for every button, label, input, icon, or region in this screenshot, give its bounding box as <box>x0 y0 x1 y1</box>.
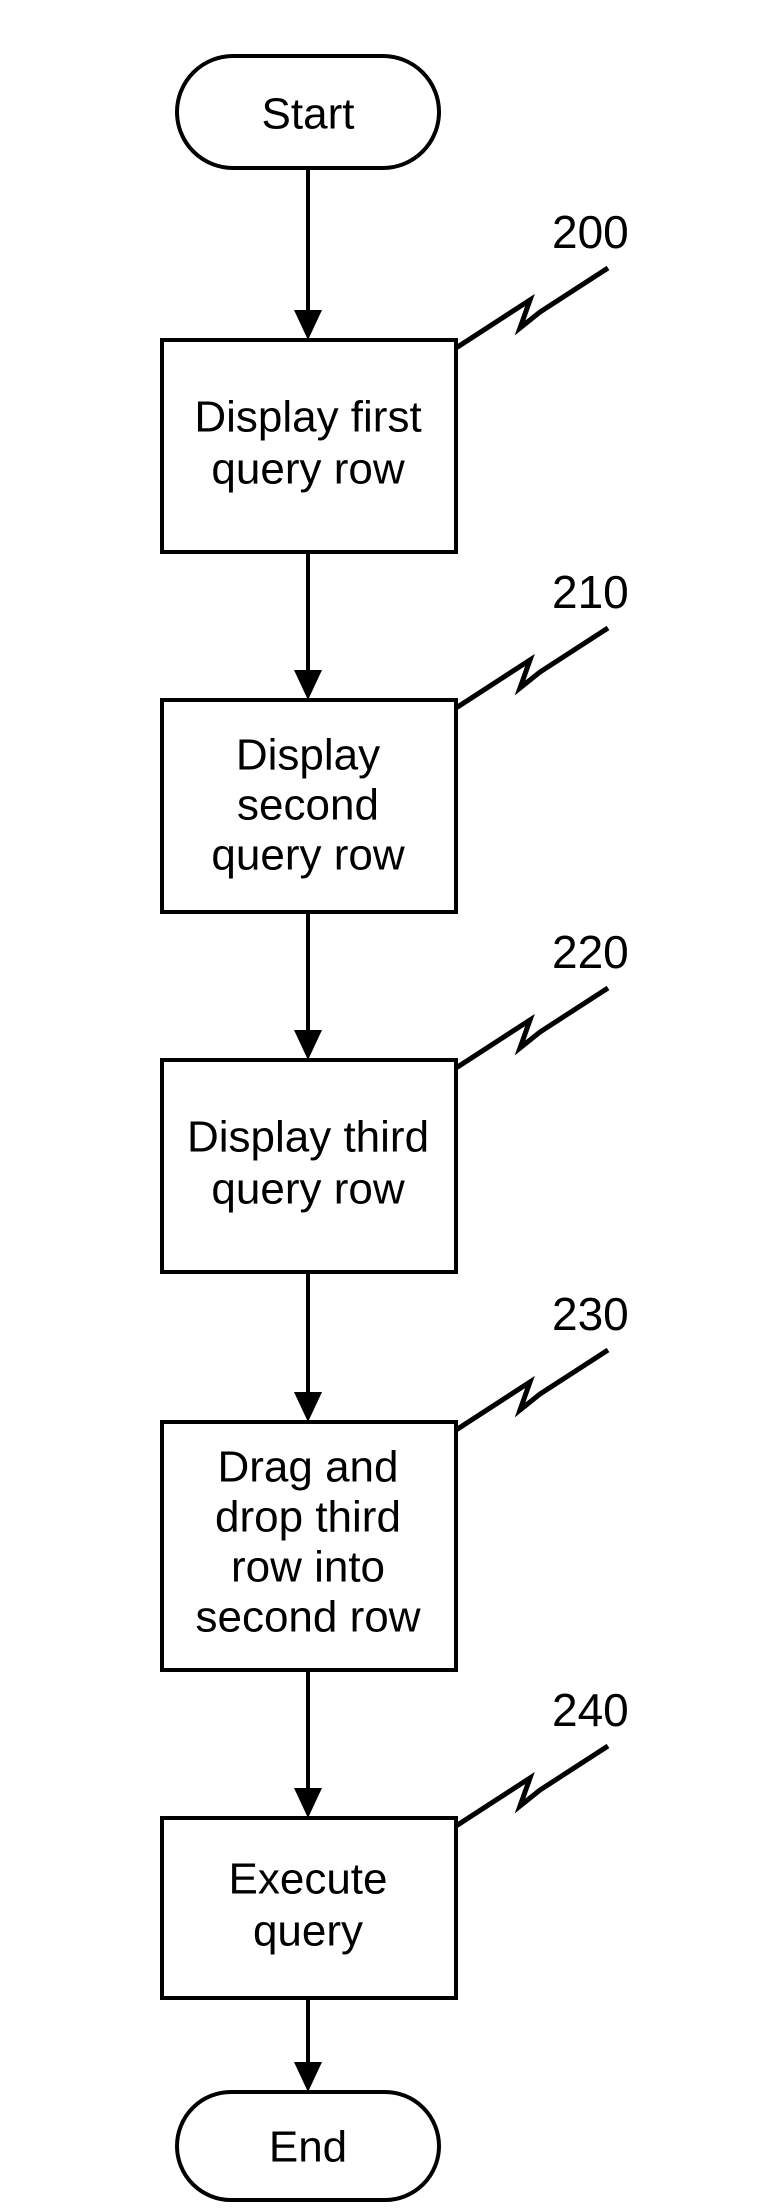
reference-callout: 200 <box>456 206 629 348</box>
process-box: Display third query row <box>162 1060 456 1272</box>
reference-callout: 210 <box>456 566 629 708</box>
process-box: Display first query row <box>162 340 456 552</box>
flow-arrow <box>294 552 322 700</box>
reference-callout: 230 <box>456 1288 629 1430</box>
reference-callout: 220 <box>456 926 629 1068</box>
reference-number: 240 <box>552 1684 629 1736</box>
flow-arrow <box>294 912 322 1060</box>
terminator-end-label: End <box>269 2123 347 2172</box>
process-text-line: row into <box>231 1543 385 1592</box>
process-text-line: second row <box>195 1593 420 1642</box>
flow-arrow <box>294 1998 322 2092</box>
reference-number: 220 <box>552 926 629 978</box>
process-text-line: Display <box>236 731 380 780</box>
process-box: Display second query row <box>162 700 456 912</box>
flow-arrow <box>294 168 322 340</box>
process-text-line: drop third <box>215 1493 401 1542</box>
reference-number: 230 <box>552 1288 629 1340</box>
process-box: Drag and drop third row into second row <box>162 1422 456 1670</box>
process-text-line: Display third <box>187 1113 429 1162</box>
flowchart-diagram: Start Display first query row 200 Displa… <box>0 0 767 2209</box>
process-text-line: Display first <box>194 393 421 442</box>
terminator-end: End <box>177 2092 439 2200</box>
reference-number: 200 <box>552 206 629 258</box>
process-text-line: query row <box>211 445 404 494</box>
process-text-line: query row <box>211 831 404 880</box>
flow-arrow <box>294 1272 322 1422</box>
process-text-line: query <box>253 1907 363 1956</box>
flow-arrow <box>294 1670 322 1818</box>
reference-number: 210 <box>552 566 629 618</box>
process-text-line: Drag and <box>217 1443 398 1492</box>
terminator-start-label: Start <box>262 90 355 139</box>
process-text-line: Execute <box>229 1855 388 1904</box>
reference-callout: 240 <box>456 1684 629 1826</box>
terminator-start: Start <box>177 56 439 168</box>
process-text-line: second <box>237 781 379 830</box>
process-text-line: query row <box>211 1165 404 1214</box>
process-box: Execute query <box>162 1818 456 1998</box>
